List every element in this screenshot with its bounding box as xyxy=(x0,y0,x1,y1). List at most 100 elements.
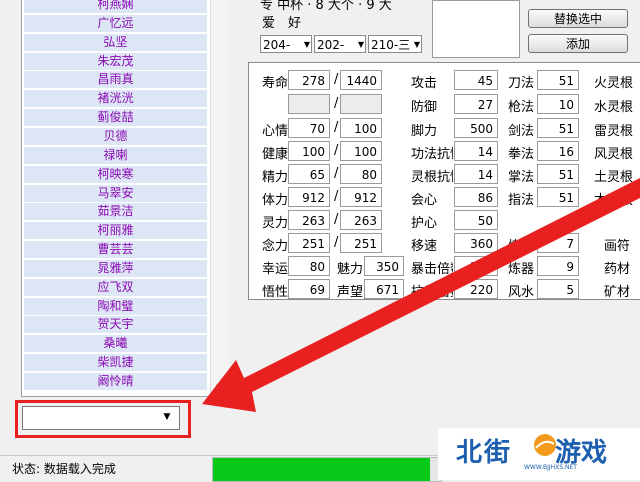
separator-slash: / xyxy=(334,96,339,111)
alchemy-field[interactable]: 7 xyxy=(537,233,579,253)
water_root-label: 水灵根 xyxy=(594,100,634,115)
hobby-select-3[interactable]: 210-三 ▼ xyxy=(368,35,422,53)
list-item[interactable]: 广忆远 xyxy=(24,14,207,33)
list-item[interactable]: 柯燕娴 xyxy=(24,0,207,14)
replace-selected-button[interactable]: 替换选中 xyxy=(528,9,628,28)
energy-max-field[interactable]: 80 xyxy=(340,164,382,184)
lifespan-label: 寿命 xyxy=(262,76,289,91)
character-name-list[interactable]: 柯燕娴 广忆远 弘坚 朱宏茂 昌雨真 褚洸洸 蓟俊喆 贝德 禄喇 柯映寒 马翠安 茹景洁 柯丽雅 曹芸芸晁… xyxy=(21,0,211,397)
list-item[interactable]: 晁雅萍 xyxy=(24,259,207,278)
fame-field[interactable]: 671 xyxy=(364,279,404,299)
blank-current-field[interactable] xyxy=(288,94,330,114)
separator-slash: / xyxy=(334,166,339,181)
stamina-current-field[interactable]: 912 xyxy=(288,187,330,207)
list-item[interactable]: 蓟俊喆 xyxy=(24,109,207,128)
list-item[interactable]: 曹芸芸 xyxy=(24,241,207,260)
sword-label: 剑法 xyxy=(508,124,535,139)
list-item[interactable]: 应飞双 xyxy=(24,278,207,297)
health-current-field[interactable]: 100 xyxy=(288,141,330,161)
health-max-field[interactable]: 100 xyxy=(340,141,382,161)
scroll-down-arrow-icon[interactable]: ▼ xyxy=(210,380,228,396)
luck-label: 幸运 xyxy=(262,262,289,277)
separator-slash: / xyxy=(334,72,339,87)
mind-max-field[interactable]: 251 xyxy=(340,233,382,253)
hobby-label-2: 好 xyxy=(288,16,302,31)
skill_resist-field[interactable]: 14 xyxy=(454,141,498,161)
energy-current-field[interactable]: 65 xyxy=(288,164,330,184)
energy-label: 精力 xyxy=(262,170,289,185)
item-listbox[interactable] xyxy=(432,0,520,58)
status-text: 状态: 数据载入完成 xyxy=(12,462,116,476)
alchemy-label: 炼丹 xyxy=(508,239,535,254)
hobby-select-1[interactable]: 204- ▼ xyxy=(260,35,312,53)
anti_crit-field[interactable]: 220 xyxy=(454,279,498,299)
list-item[interactable]: 贝德 xyxy=(24,127,207,146)
list-item[interactable]: 阚怜晴 xyxy=(24,373,207,391)
list-item[interactable]: 褚洸洸 xyxy=(24,90,207,109)
protect-field[interactable]: 50 xyxy=(454,210,498,230)
load-progress-bar xyxy=(212,457,442,482)
list-item[interactable]: 柴凯捷 xyxy=(24,354,207,373)
chevron-down-icon: ▼ xyxy=(413,40,420,49)
wind_root-label: 风灵根 xyxy=(594,147,634,162)
add-button[interactable]: 添加 xyxy=(528,34,628,53)
stamina-max-field[interactable]: 912 xyxy=(340,187,382,207)
fist-field[interactable]: 16 xyxy=(537,141,579,161)
comprehension-label: 悟性 xyxy=(262,285,289,300)
spirit-max-field[interactable]: 263 xyxy=(340,210,382,230)
footwork-field[interactable]: 500 xyxy=(454,118,498,138)
palm-label: 掌法 xyxy=(508,170,535,185)
list-item[interactable]: 贺天宇 xyxy=(24,316,207,335)
list-item[interactable]: 马翠安 xyxy=(24,184,207,203)
fengshui-field[interactable]: 5 xyxy=(537,279,579,299)
lifespan-max-field[interactable]: 1440 xyxy=(340,70,382,90)
root_resist-field[interactable]: 14 xyxy=(454,164,498,184)
luck-field[interactable]: 80 xyxy=(288,256,330,276)
spirit-current-field[interactable]: 263 xyxy=(288,210,330,230)
list-item[interactable]: 陶和璧 xyxy=(24,297,207,316)
list-item[interactable]: 桑曦 xyxy=(24,335,207,354)
mood-max-field[interactable]: 100 xyxy=(340,118,382,138)
mood-current-field[interactable]: 70 xyxy=(288,118,330,138)
list-item[interactable]: 茹景洁 xyxy=(24,203,207,222)
blade-field[interactable]: 51 xyxy=(537,70,579,90)
blank-max-field[interactable] xyxy=(340,94,382,114)
insight-field[interactable]: 86 xyxy=(454,187,498,207)
defense-field[interactable]: 27 xyxy=(454,94,498,114)
protect-label: 护心 xyxy=(411,216,438,231)
list-item[interactable]: 柯丽雅 xyxy=(24,222,207,241)
herbs-label: 药材 xyxy=(604,262,631,277)
defense-label: 防御 xyxy=(411,100,438,115)
charm-field[interactable]: 350 xyxy=(364,256,404,276)
blade-label: 刀法 xyxy=(508,76,535,91)
finger-field[interactable]: 51 xyxy=(537,187,579,207)
list-item[interactable]: 弘坚 xyxy=(24,33,207,52)
hobby-select-2[interactable]: 202- ▼ xyxy=(314,35,366,53)
mind-current-field[interactable]: 251 xyxy=(288,233,330,253)
spirit-label: 灵力 xyxy=(262,216,289,231)
palm-field[interactable]: 51 xyxy=(537,164,579,184)
mind-label: 念力 xyxy=(262,239,289,254)
attack-field[interactable]: 45 xyxy=(454,70,498,90)
talisman-label: 画符 xyxy=(604,239,631,254)
speed-field[interactable]: 360 xyxy=(454,233,498,253)
crit_mult-field[interactable]: 250 xyxy=(454,256,498,276)
lifespan-current-field[interactable]: 278 xyxy=(288,70,330,90)
list-item[interactable]: 柯映寒 xyxy=(24,165,207,184)
list-scrollbar[interactable] xyxy=(210,0,229,396)
list-item[interactable]: 昌雨真 xyxy=(24,71,207,90)
list-item[interactable]: 朱宏茂 xyxy=(24,52,207,71)
sword-field[interactable]: 51 xyxy=(537,118,579,138)
skill_resist-label: 功法抗性 xyxy=(411,147,453,162)
thunder_root-label: 雷灵根 xyxy=(594,124,634,139)
wood_root-label: 木灵根 xyxy=(594,193,634,208)
comprehension-field[interactable]: 69 xyxy=(288,279,330,299)
list-item[interactable]: 禄喇 xyxy=(24,146,207,165)
charm-label: 魅力 xyxy=(337,262,364,277)
earth_root-label: 土灵根 xyxy=(594,170,634,185)
separator-slash: / xyxy=(334,143,339,158)
forging-field[interactable]: 9 xyxy=(537,256,579,276)
footwork-label: 脚力 xyxy=(411,124,438,139)
watermark-url: WWW.BJJHXS.NET xyxy=(524,464,577,471)
spear-field[interactable]: 10 xyxy=(537,94,579,114)
